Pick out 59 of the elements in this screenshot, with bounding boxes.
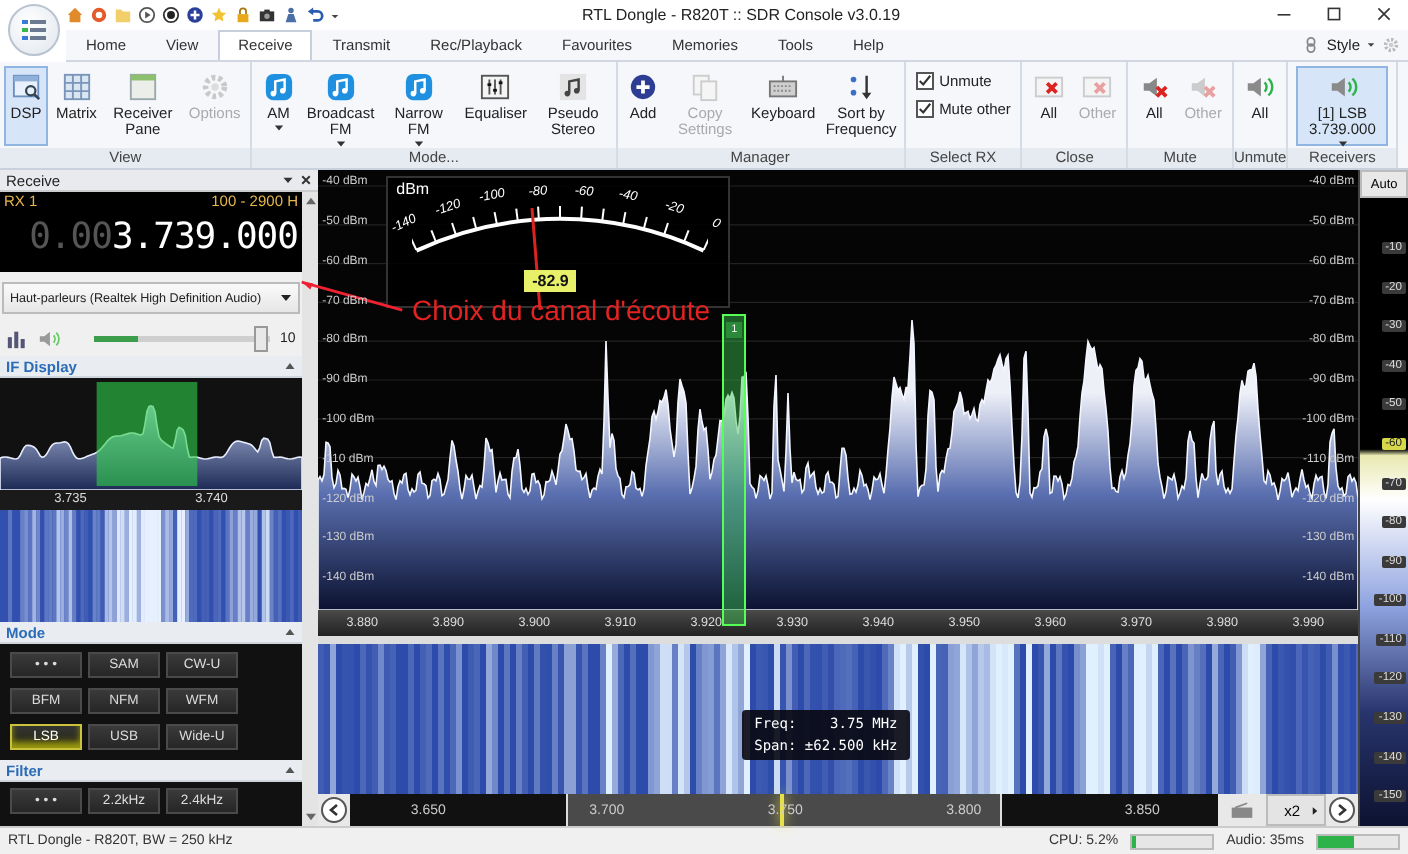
annotation-text: Choix du canal d'écoute <box>412 294 710 327</box>
close-window-icon <box>1082 72 1113 102</box>
leader-line <box>298 278 406 317</box>
radio-icon[interactable] <box>1230 801 1255 820</box>
play-icon[interactable] <box>138 5 156 24</box>
caret-icon[interactable] <box>1366 40 1376 50</box>
grid-icon <box>61 72 92 102</box>
list-icon <box>20 16 48 44</box>
scroll-right-icon[interactable] <box>1328 796 1357 825</box>
panel-icon <box>127 72 158 102</box>
bar-chart-icon[interactable] <box>6 327 28 350</box>
music-note-icon <box>263 72 294 102</box>
meter-unit: dBm <box>396 180 430 199</box>
scroll-left-icon[interactable] <box>320 796 349 825</box>
window-icon <box>11 72 41 102</box>
lifebuoy-icon[interactable] <box>90 5 108 24</box>
caret-icon <box>280 294 292 303</box>
close-window-icon <box>1033 72 1064 102</box>
application-menu-button[interactable] <box>8 4 60 56</box>
slider-thumb[interactable] <box>253 325 268 352</box>
record-icon[interactable] <box>162 5 180 24</box>
home-icon[interactable] <box>66 5 84 24</box>
music-note-icon <box>403 72 434 102</box>
copy-icon <box>690 72 721 102</box>
mute-icon <box>1188 72 1219 102</box>
equaliser-icon <box>480 72 511 102</box>
meter-reading: -82.9 <box>524 270 577 293</box>
camera-icon[interactable] <box>258 5 276 24</box>
undo-icon[interactable] <box>306 5 324 24</box>
music-note-icon <box>558 72 589 102</box>
frequency-display[interactable]: 0.003.739.000 <box>4 212 298 265</box>
star-icon[interactable] <box>210 5 228 24</box>
sort-icon <box>846 72 877 102</box>
music-note-icon <box>325 72 356 102</box>
caret-icon[interactable] <box>330 9 340 20</box>
checkbox[interactable] <box>915 100 934 118</box>
caret-icon <box>1312 805 1319 816</box>
settings-icon <box>199 72 230 102</box>
close-icon[interactable] <box>1376 6 1392 23</box>
lock-icon[interactable] <box>234 5 252 24</box>
speaker-icon <box>1327 72 1358 102</box>
checkbox[interactable] <box>915 72 934 90</box>
collapse-icon[interactable] <box>284 626 296 639</box>
scrollbar[interactable] <box>302 192 318 827</box>
speaker-icon <box>1244 72 1275 102</box>
caret-icon <box>273 124 284 132</box>
link-icon[interactable] <box>1302 36 1321 54</box>
maximize-icon[interactable] <box>1326 6 1342 23</box>
person-icon[interactable] <box>282 5 300 24</box>
add-icon <box>628 72 659 102</box>
splitter[interactable] <box>318 636 1359 645</box>
keyboard-icon <box>768 72 799 102</box>
collapse-icon[interactable] <box>284 764 296 777</box>
volume-slider[interactable] <box>94 325 270 352</box>
window-title: RTL Dongle - R820T :: SDR Console v3.0.19 <box>579 5 903 24</box>
mute-icon <box>1139 72 1170 102</box>
close-icon[interactable] <box>300 174 313 187</box>
collapse-icon[interactable] <box>284 360 296 373</box>
add-icon[interactable] <box>186 5 204 24</box>
